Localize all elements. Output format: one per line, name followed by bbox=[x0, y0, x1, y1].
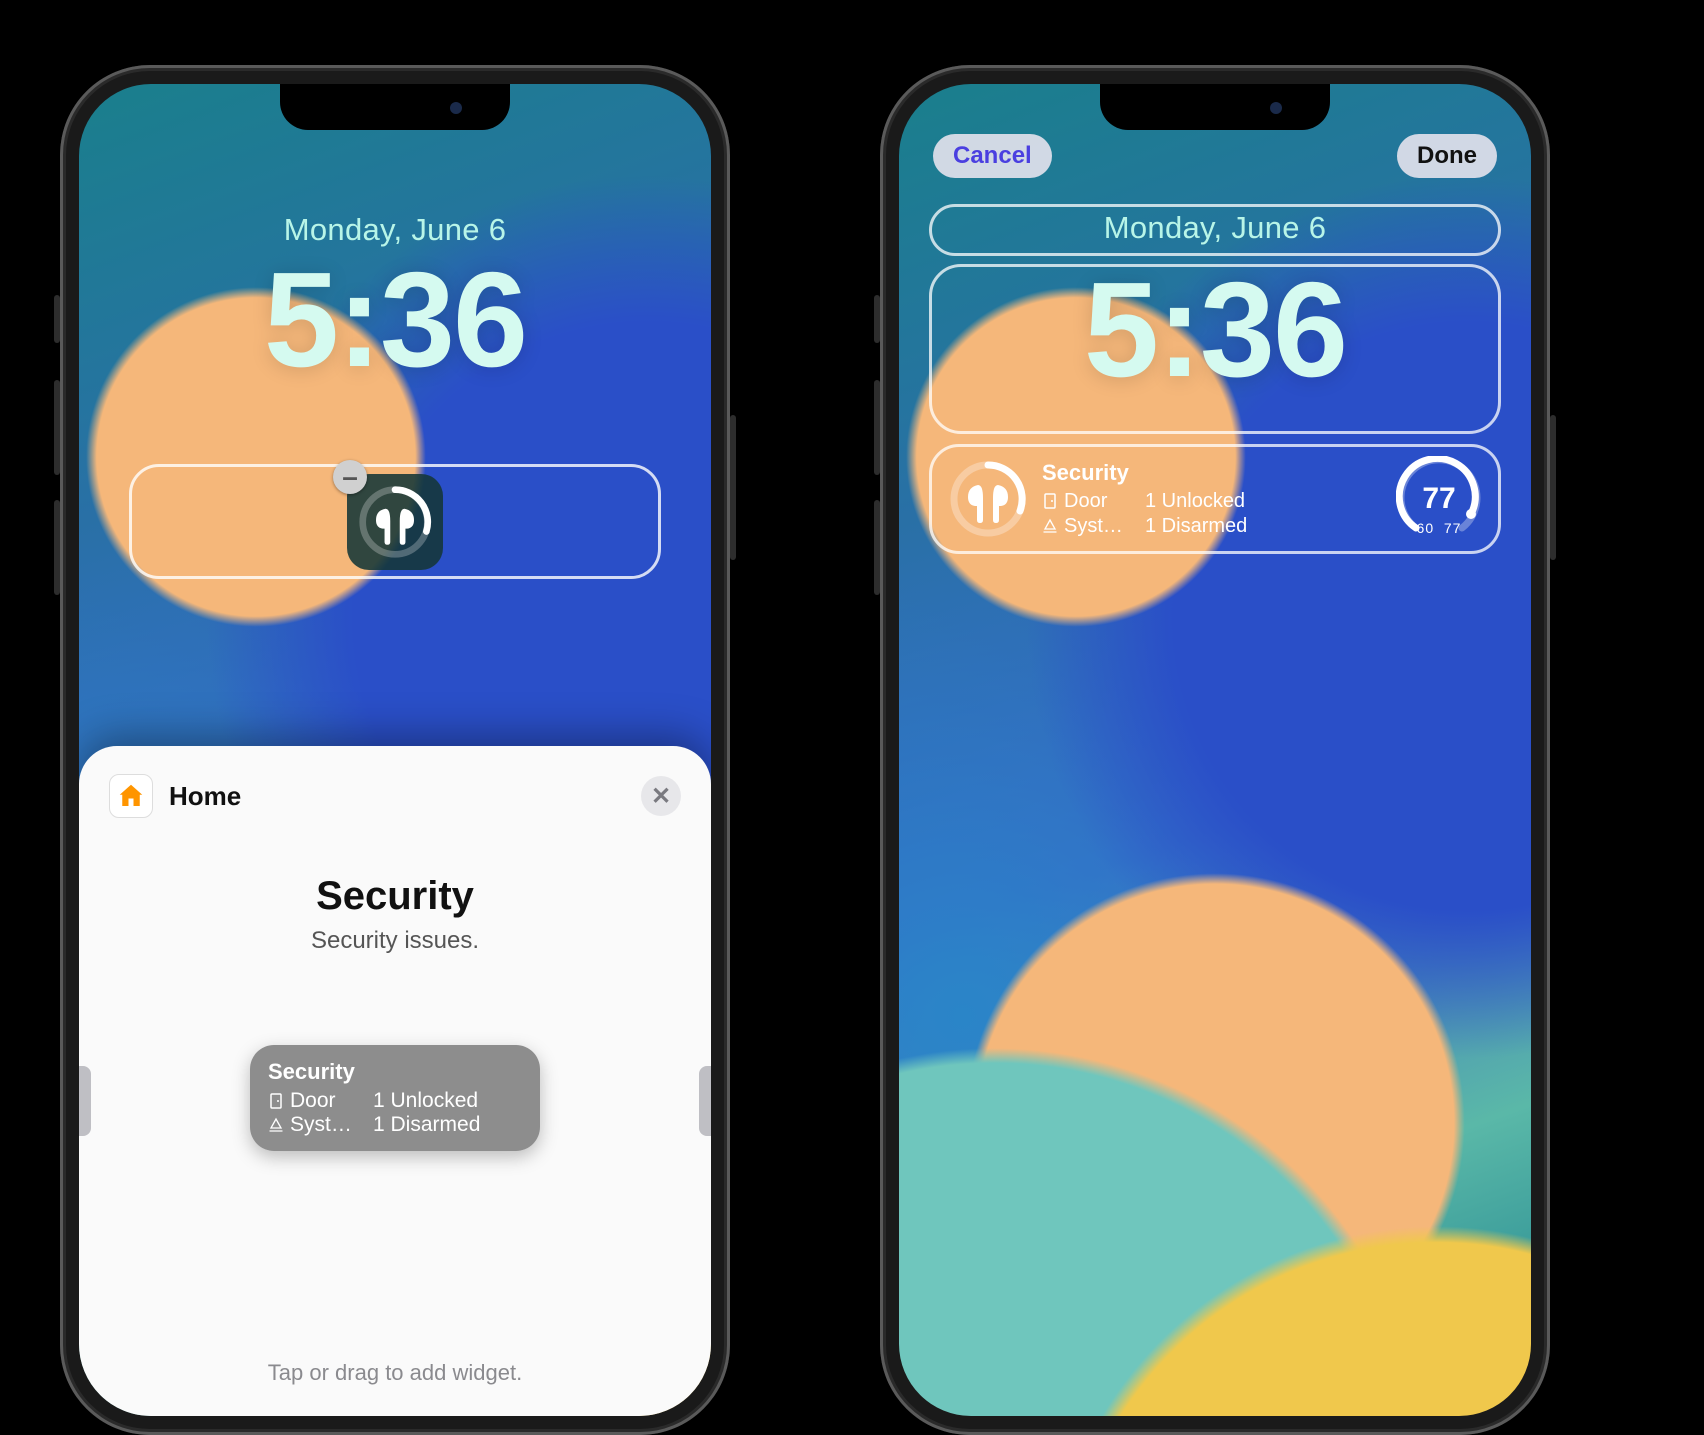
door-icon bbox=[1042, 493, 1058, 509]
done-label: Done bbox=[1417, 142, 1477, 169]
gauge-low: 60 bbox=[1417, 520, 1435, 536]
security-widget[interactable]: Security Door 1 Unlocked Syst… 1 bbox=[1042, 459, 1382, 539]
alarm-icon bbox=[268, 1117, 284, 1133]
close-sheet-button[interactable]: ✕ bbox=[641, 776, 681, 816]
sheet-subtitle: Security issues. bbox=[109, 927, 681, 955]
carousel-next[interactable] bbox=[699, 1066, 711, 1136]
security-row-0-value: 1 Unlocked bbox=[1145, 489, 1245, 514]
screen-left: Monday, June 6 5:36 – bbox=[79, 84, 711, 1416]
cancel-button[interactable]: Cancel bbox=[933, 134, 1052, 178]
airpods-widget[interactable] bbox=[948, 459, 1028, 539]
security-row-0: Door 1 Unlocked bbox=[1042, 489, 1382, 514]
power-button[interactable] bbox=[1550, 415, 1556, 560]
widget-picker-sheet: Home ✕ Security Security issues. Securit… bbox=[79, 746, 711, 1416]
mute-switch[interactable] bbox=[874, 295, 880, 343]
phone-right: Cancel Done Monday, June 6 5:36 bbox=[880, 65, 1550, 1435]
preview-row-1-value: 1 Disarmed bbox=[373, 1113, 480, 1137]
notch bbox=[280, 84, 510, 130]
preview-title: Security bbox=[268, 1059, 522, 1085]
home-app-icon bbox=[109, 774, 153, 818]
security-row-1: Syst… 1 Disarmed bbox=[1042, 514, 1382, 539]
notch bbox=[1100, 84, 1330, 130]
preview-row-0-label: Door bbox=[290, 1089, 336, 1113]
gauge-range: 60 77 bbox=[1417, 520, 1462, 536]
power-button[interactable] bbox=[730, 415, 736, 560]
widget-preview[interactable]: Security Door 1 Unlocked Syst… 1 Disarme… bbox=[250, 1045, 540, 1151]
security-title: Security bbox=[1042, 459, 1382, 487]
sheet-hint: Tap or drag to add widget. bbox=[79, 1360, 711, 1386]
volume-up[interactable] bbox=[54, 380, 60, 475]
airpods-widget[interactable]: – bbox=[347, 474, 443, 570]
security-row-0-label: Door bbox=[1064, 489, 1107, 514]
gauge-high: 77 bbox=[1444, 520, 1462, 536]
climate-widget[interactable]: 77 60 77 bbox=[1396, 456, 1482, 542]
preview-row-0: Door 1 Unlocked bbox=[268, 1089, 522, 1113]
sheet-app-name: Home bbox=[169, 781, 241, 812]
volume-down[interactable] bbox=[54, 500, 60, 595]
carousel-prev[interactable] bbox=[79, 1066, 91, 1136]
screen-right: Cancel Done Monday, June 6 5:36 bbox=[899, 84, 1531, 1416]
lock-time: 5:36 bbox=[899, 252, 1531, 407]
minus-icon: – bbox=[342, 461, 358, 493]
close-icon: ✕ bbox=[651, 782, 671, 811]
alarm-icon bbox=[1042, 518, 1058, 534]
volume-up[interactable] bbox=[874, 380, 880, 475]
widget-slot[interactable]: – bbox=[129, 464, 661, 579]
volume-down[interactable] bbox=[874, 500, 880, 595]
phone-left: Monday, June 6 5:36 – bbox=[60, 65, 730, 1435]
widget-slot[interactable]: Security Door 1 Unlocked Syst… 1 bbox=[929, 444, 1501, 554]
lock-date: Monday, June 6 bbox=[899, 210, 1531, 246]
security-row-1-value: 1 Disarmed bbox=[1145, 514, 1247, 539]
door-icon bbox=[268, 1093, 284, 1109]
preview-row-1: Syst… 1 Disarmed bbox=[268, 1113, 522, 1137]
sheet-title: Security bbox=[109, 874, 681, 919]
mute-switch[interactable] bbox=[54, 295, 60, 343]
preview-row-0-value: 1 Unlocked bbox=[373, 1089, 478, 1113]
cancel-label: Cancel bbox=[953, 142, 1032, 169]
security-row-1-label: Syst… bbox=[1064, 514, 1123, 539]
preview-row-1-label: Syst… bbox=[290, 1113, 352, 1137]
done-button[interactable]: Done bbox=[1397, 134, 1497, 178]
airpods-icon bbox=[357, 484, 433, 560]
lock-time: 5:36 bbox=[79, 242, 711, 397]
